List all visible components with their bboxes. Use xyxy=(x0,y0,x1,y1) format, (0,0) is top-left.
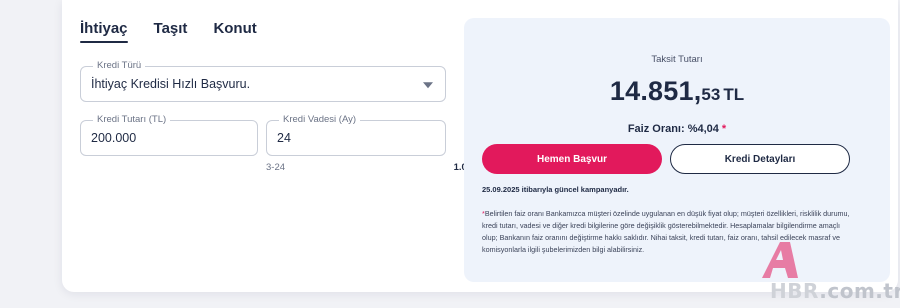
loan-term-hint: 3-24 xyxy=(266,162,286,173)
watermark-text: HBR.com.tr xyxy=(770,279,900,303)
loan-term-field[interactable]: Kredi Vadesi (Ay) xyxy=(266,114,446,156)
watermark-brand: HBR xyxy=(770,279,820,303)
hbr-logo-icon xyxy=(762,242,798,278)
interest-rate-star: * xyxy=(721,123,727,135)
loan-amount-label: Kredi Tutarı (TL) xyxy=(93,114,171,125)
interest-rate: Faiz Oranı: %4,04 * xyxy=(464,123,890,135)
watermark-domain: .com.tr xyxy=(819,279,900,303)
tab-ihtiyac[interactable]: İhtiyaç xyxy=(80,20,128,43)
tab-konut[interactable]: Konut xyxy=(213,20,256,43)
result-panel: Taksit Tutarı 14.851,53 TL Faiz Oranı: %4… xyxy=(464,18,890,282)
apply-now-button[interactable]: Hemen Başvur xyxy=(482,144,662,174)
installment-currency: TL xyxy=(723,85,745,104)
installment-label: Taksit Tutarı xyxy=(651,54,703,65)
loan-amount-field[interactable]: Kredi Tutarı (TL) xyxy=(80,114,258,156)
loan-term-label: Kredi Vadesi (Ay) xyxy=(279,114,361,125)
installment-whole: 14.851, xyxy=(609,76,702,106)
chevron-down-icon[interactable] xyxy=(423,82,433,89)
loan-type-select[interactable]: Kredi Türü İhtiyaç Kredisi Hızlı Başvuru… xyxy=(80,60,446,102)
tab-tasit[interactable]: Taşıt xyxy=(154,20,188,43)
installment-amount: 14.851,53 TL xyxy=(464,76,890,107)
loan-details-button[interactable]: Kredi Detayları xyxy=(670,144,850,174)
loan-amount-input[interactable] xyxy=(91,131,232,145)
installment-decimal: 53 xyxy=(701,85,721,104)
campaign-note: 25.09.2025 itibarıyla güncel kampanyadır… xyxy=(482,185,629,194)
loan-tabs: İhtiyaç Taşıt Konut xyxy=(80,20,257,43)
loan-type-value: İhtiyaç Kredisi Hızlı Başvuru. xyxy=(91,77,251,91)
interest-rate-text: Faiz Oranı: %4,04 xyxy=(627,123,719,135)
loan-term-input[interactable] xyxy=(277,131,420,145)
loan-type-label: Kredi Türü xyxy=(93,60,146,71)
